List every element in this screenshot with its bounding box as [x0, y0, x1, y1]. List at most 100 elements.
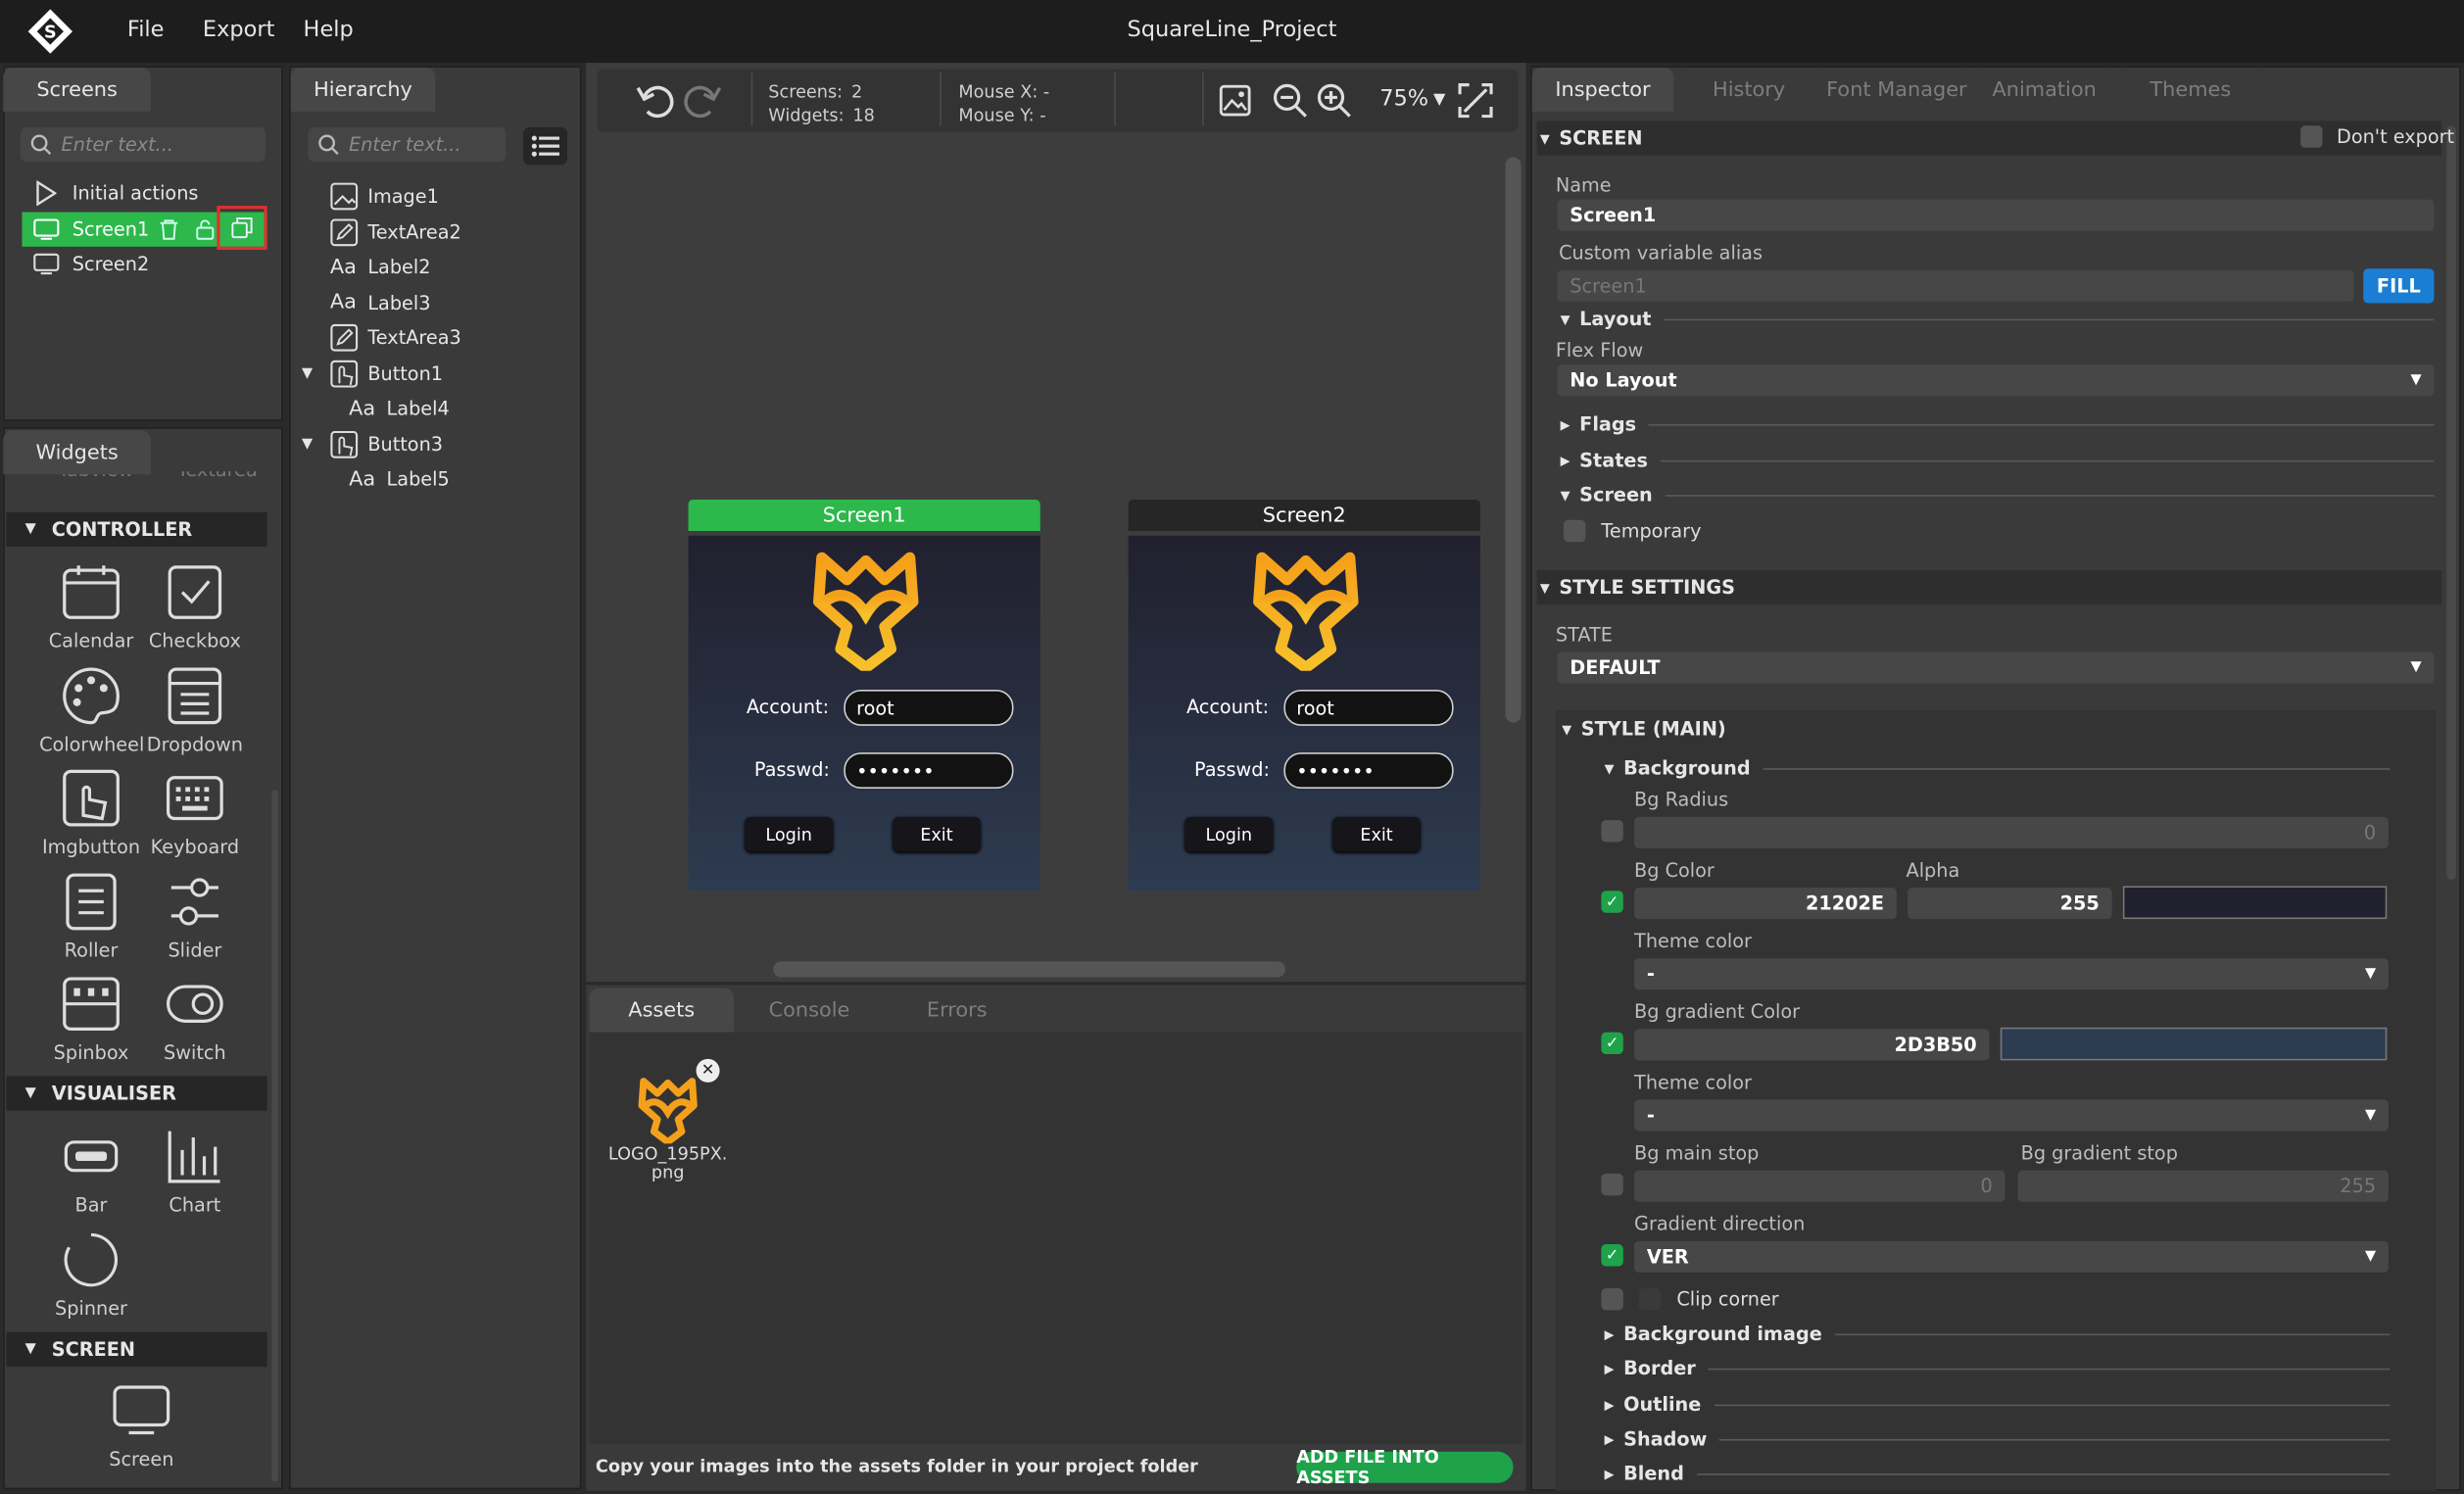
tab-errors[interactable]: Errors	[884, 988, 1030, 1033]
widget-bar[interactable]: Bar	[39, 1119, 143, 1216]
screen-preview-screen2[interactable]: Screen2 Account: root Passwd: ••••••• Lo…	[1128, 499, 1480, 892]
inspector-scrollbar[interactable]	[2446, 125, 2456, 881]
tree-item-label2[interactable]: Aa Label2	[292, 250, 575, 284]
flags-subsection[interactable]: ▶ Flags	[1561, 413, 2435, 435]
blend-subsection[interactable]: ▶ Blend	[1605, 1463, 2391, 1484]
tree-item-textarea2[interactable]: TextArea2	[292, 215, 575, 249]
close-icon[interactable]: ✕	[696, 1058, 720, 1083]
exit-button[interactable]: Exit	[893, 816, 981, 852]
name-input[interactable]: Screen1	[1557, 199, 2435, 231]
duplicate-screen-button[interactable]	[217, 206, 267, 250]
hierarchy-list-view-button[interactable]	[523, 126, 568, 166]
style-settings-header[interactable]: ▼ STYLE SETTINGS	[1536, 570, 2442, 605]
tab-animation[interactable]: Animation	[1973, 67, 2115, 112]
dont-export-toggle[interactable]: Don't export	[2300, 125, 2454, 148]
tree-item-button1[interactable]: ▼ Button1	[292, 356, 575, 390]
tree-item-image1[interactable]: Image1	[292, 179, 575, 214]
widget-imgbutton[interactable]: Imgbutton	[39, 760, 143, 858]
tab-font-manager[interactable]: Font Manager	[1824, 67, 1969, 112]
widget-spinner[interactable]: Spinner	[39, 1223, 143, 1320]
account-input[interactable]: root	[1283, 689, 1454, 726]
fullscreen-icon[interactable]	[1458, 82, 1493, 119]
widget-screen[interactable]: Screen	[89, 1374, 193, 1470]
layout-subsection[interactable]: ▼ Layout	[1561, 308, 2435, 330]
tab-themes[interactable]: Themes	[2119, 67, 2262, 112]
canvas-horizontal-scrollbar[interactable]	[773, 961, 1285, 978]
app-logo[interactable]: S	[25, 6, 75, 56]
tree-item-label4[interactable]: Aa Label4	[292, 391, 575, 425]
zoom-dropdown[interactable]: 75% ▼	[1379, 86, 1445, 112]
menu-help[interactable]: Help	[304, 18, 354, 43]
bg-gradient-stop-input[interactable]: 255	[2017, 1170, 2389, 1202]
screen-subsection[interactable]: ▼ Screen	[1561, 484, 2435, 506]
widget-slider[interactable]: Slider	[143, 864, 247, 961]
expand-triangle-icon[interactable]: ▼	[302, 365, 330, 381]
tab-console[interactable]: Console	[737, 988, 882, 1033]
login-button[interactable]: Login	[1184, 816, 1274, 852]
gradient-direction-checkbox[interactable]: ✓	[1601, 1244, 1623, 1267]
redo-icon[interactable]	[682, 81, 723, 119]
border-subsection[interactable]: ▶ Border	[1605, 1358, 2391, 1379]
temporary-checkbox[interactable]	[1563, 519, 1586, 543]
widget-calendar[interactable]: Calendar	[39, 554, 143, 651]
asset-item-logo[interactable]: LOGO_195PX. png ✕	[606, 1058, 729, 1182]
bg-stop-checkbox[interactable]	[1601, 1173, 1623, 1196]
bg-radius-checkbox[interactable]	[1601, 820, 1623, 843]
tab-history[interactable]: History	[1677, 67, 1820, 112]
gradient-direction-dropdown[interactable]: VER ▼	[1634, 1240, 2389, 1273]
widget-dropdown[interactable]: Dropdown	[143, 658, 247, 755]
bg-gradient-checkbox[interactable]: ✓	[1601, 1032, 1623, 1055]
widget-checkbox[interactable]: Checkbox	[143, 554, 247, 651]
tab-hierarchy[interactable]: Hierarchy	[290, 67, 436, 112]
state-dropdown[interactable]: DEFAULT ▼	[1557, 651, 2435, 684]
hierarchy-search-input[interactable]: Enter text...	[308, 126, 507, 163]
tab-inspector[interactable]: Inspector	[1531, 67, 1674, 112]
style-main-header[interactable]: ▼ STYLE (MAIN)	[1562, 711, 1725, 746]
screen-preview-screen1[interactable]: Screen1 Account: root Passwd: ••••••• Lo…	[688, 499, 1040, 892]
passwd-input[interactable]: •••••••	[844, 752, 1014, 790]
widgets-scrollbar[interactable]	[271, 790, 278, 1482]
tab-assets[interactable]: Assets	[589, 988, 735, 1033]
widget-keyboard[interactable]: Keyboard	[143, 760, 247, 858]
widget-spinbox[interactable]: Spinbox	[39, 966, 143, 1064]
account-input[interactable]: root	[844, 689, 1014, 726]
category-screen[interactable]: ▼ SCREEN	[6, 1331, 267, 1368]
bg-radius-input[interactable]: 0	[1634, 816, 2389, 848]
bg-main-stop-input[interactable]: 0	[1634, 1170, 2005, 1202]
tree-item-button3[interactable]: ▼ Button3	[292, 426, 575, 460]
alias-input[interactable]: Screen1	[1557, 269, 2354, 302]
bg-gradient-input[interactable]: 2D3B50	[1634, 1029, 1990, 1061]
screen-item-screen1[interactable]: Screen1	[22, 206, 267, 250]
tree-item-label5[interactable]: Aa Label5	[292, 461, 575, 496]
menu-export[interactable]: Export	[203, 18, 275, 43]
zoom-out-icon[interactable]	[1273, 83, 1307, 118]
widget-switch[interactable]: Switch	[143, 966, 247, 1064]
clip-corner-enable-checkbox[interactable]	[1601, 1287, 1623, 1311]
widget-roller[interactable]: Roller	[39, 864, 143, 961]
lock-icon[interactable]	[195, 218, 216, 240]
screens-search-input[interactable]: Enter text...	[20, 126, 266, 163]
theme-color-2-dropdown[interactable]: - ▼	[1634, 1099, 2389, 1132]
passwd-input[interactable]: •••••••	[1283, 752, 1454, 790]
trash-icon[interactable]	[159, 218, 179, 240]
tab-screens[interactable]: Screens	[3, 67, 151, 112]
tree-item-label3[interactable]: Aa Label3	[292, 285, 575, 319]
category-visualiser[interactable]: ▼ VISUALISER	[6, 1076, 267, 1111]
temporary-toggle[interactable]: Temporary	[1563, 519, 1701, 543]
clip-corner-checkbox[interactable]	[1638, 1287, 1662, 1311]
category-controller[interactable]: ▼ CONTROLLER	[6, 511, 267, 548]
flex-flow-dropdown[interactable]: No Layout ▼	[1557, 364, 2435, 397]
background-image-subsection[interactable]: ▶ Background image	[1605, 1323, 2391, 1345]
alpha-input[interactable]: 255	[1908, 888, 2112, 920]
dont-export-checkbox[interactable]	[2300, 125, 2323, 148]
bg-color-swatch[interactable]	[2122, 886, 2388, 920]
screen-item-screen2[interactable]: Screen2	[22, 247, 266, 281]
widget-colorwheel[interactable]: Colorwheel	[39, 658, 144, 755]
add-file-button[interactable]: ADD FILE INTO ASSETS	[1296, 1447, 1514, 1488]
background-subsection[interactable]: ▼ Background	[1605, 757, 2391, 779]
shadow-subsection[interactable]: ▶ Shadow	[1605, 1428, 2391, 1450]
tree-item-textarea3[interactable]: TextArea3	[292, 320, 575, 355]
widget-chart[interactable]: Chart	[143, 1119, 247, 1216]
bg-color-checkbox[interactable]: ✓	[1601, 891, 1623, 913]
states-subsection[interactable]: ▶ States	[1561, 450, 2435, 471]
